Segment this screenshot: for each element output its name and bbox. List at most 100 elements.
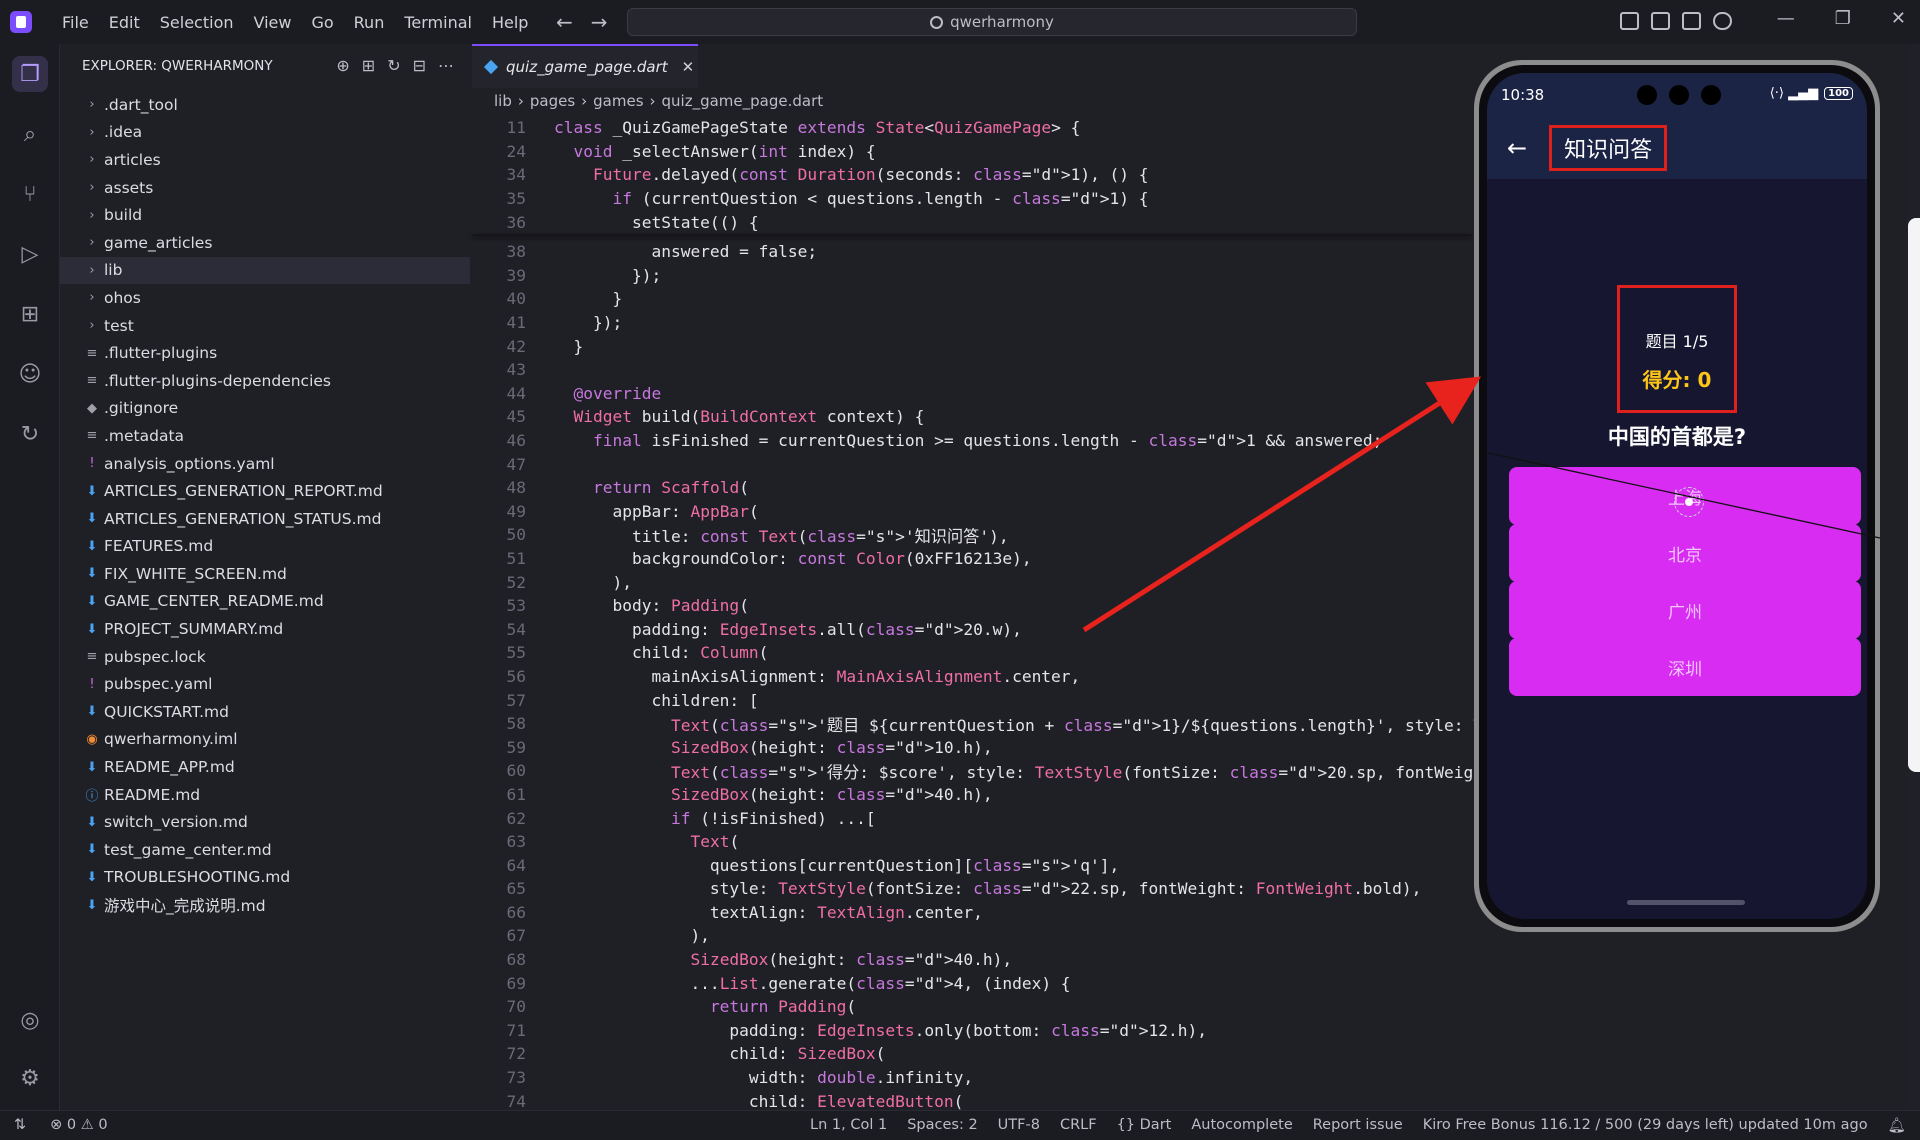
explorer-item[interactable]: ⓘ README.md — [60, 781, 470, 809]
more-actions-icon[interactable]: ⋯ — [438, 56, 454, 75]
explorer-item[interactable]: › assets — [60, 174, 470, 202]
code-line[interactable]: 72 child: SizedBox( — [472, 1042, 1472, 1066]
notifications-icon[interactable]: 🔔︎ — [1888, 1117, 1906, 1134]
explorer-item[interactable]: ! analysis_options.yaml — [60, 450, 470, 478]
explorer-item[interactable]: ⬇ GAME_CENTER_README.md — [60, 588, 470, 616]
toggle-chat-icon[interactable] — [1713, 12, 1732, 30]
code-line[interactable]: 68 SizedBox(height: class="d">40.h), — [472, 948, 1472, 972]
extensions-icon[interactable]: ⊞ — [12, 296, 48, 332]
explorer-item[interactable]: ⬇ ARTICLES_GENERATION_STATUS.md — [60, 505, 470, 533]
report-issue[interactable]: Report issue — [1313, 1117, 1403, 1134]
code-line[interactable]: 70 return Padding( — [472, 995, 1472, 1019]
explorer-item[interactable]: ⬇ FEATURES.md — [60, 533, 470, 561]
code-line[interactable]: 43 — [472, 358, 1472, 382]
code-line[interactable]: 63 Text( — [472, 830, 1472, 854]
refresh-icon[interactable]: ↻ — [387, 56, 400, 75]
explorer-item[interactable]: › .dart_tool — [60, 91, 470, 119]
breadcrumb-lib[interactable]: lib — [494, 92, 512, 110]
code-line[interactable]: 50 title: const Text(class="s">'知识问答'), — [472, 523, 1472, 547]
menu-go[interactable]: Go — [301, 13, 343, 32]
problems-count[interactable]: ⊗ 0 ⚠ 0 — [50, 1117, 107, 1133]
settings-icon[interactable]: ⚙ — [12, 1060, 48, 1096]
breadcrumb-games[interactable]: games — [593, 92, 643, 110]
forward-arrow-icon[interactable]: → — [591, 10, 608, 34]
code-line[interactable]: 34 Future.delayed(const Duration(seconds… — [472, 163, 1472, 187]
code-line[interactable]: 57 children: [ — [472, 688, 1472, 712]
explorer-item[interactable]: ≡ .flutter-plugins — [60, 339, 470, 367]
code-line[interactable]: 44 @override — [472, 382, 1472, 406]
kiro-icon[interactable]: ↻ — [12, 416, 48, 452]
code-line[interactable]: 46 final isFinished = currentQuestion >=… — [472, 429, 1472, 453]
explorer-item[interactable]: ⬇ README_APP.md — [60, 753, 470, 781]
code-line[interactable]: 56 mainAxisAlignment: MainAxisAlignment.… — [472, 665, 1472, 689]
explorer-item[interactable]: › game_articles — [60, 229, 470, 257]
code-line[interactable]: 60 Text(class="s">'得分: $score', style: T… — [472, 759, 1669, 783]
explorer-item[interactable]: ⬇ 游戏中心_完成说明.md — [60, 891, 470, 919]
option-button-4[interactable]: 深圳 — [1509, 638, 1861, 696]
files-icon[interactable]: ❐ — [12, 56, 48, 92]
code-line[interactable]: 61 SizedBox(height: class="d">40.h), — [472, 783, 1472, 807]
cursor-position[interactable]: Ln 1, Col 1 — [810, 1117, 887, 1134]
code-line[interactable]: 69 ...List.generate(class="d">4, (index)… — [472, 971, 1472, 995]
minimize-icon[interactable]: — — [1777, 8, 1795, 29]
menu-edit[interactable]: Edit — [99, 13, 150, 32]
code-line[interactable]: 64 questions[currentQuestion][class="s">… — [472, 853, 1472, 877]
code-line[interactable]: 41 }); — [472, 311, 1472, 335]
code-line[interactable]: 65 style: TextStyle(fontSize: class="d">… — [472, 877, 1472, 901]
explorer-item[interactable]: › build — [60, 201, 470, 229]
explorer-item[interactable]: › test — [60, 312, 470, 340]
close-window-icon[interactable]: ✕ — [1891, 8, 1906, 29]
line-ending[interactable]: CRLF — [1060, 1117, 1097, 1134]
explorer-item[interactable]: ! pubspec.yaml — [60, 670, 470, 698]
code-line[interactable]: 66 textAlign: TextAlign.center, — [472, 901, 1472, 925]
code-line[interactable]: 39 }); — [472, 264, 1472, 288]
code-line[interactable]: 71 padding: EdgeInsets.only(bottom: clas… — [472, 1019, 1472, 1043]
menu-terminal[interactable]: Terminal — [394, 13, 482, 32]
new-folder-icon[interactable]: ⊞ — [362, 56, 375, 75]
code-line[interactable]: 11 class _QuizGamePageState extends State… — [472, 116, 1472, 140]
autocomplete-status[interactable]: Autocomplete — [1191, 1117, 1292, 1134]
explorer-item[interactable]: ◉ qwerharmony.iml — [60, 726, 470, 754]
back-arrow-icon[interactable]: ← — [556, 10, 573, 34]
explorer-item[interactable]: ⬇ test_game_center.md — [60, 836, 470, 864]
option-button-3[interactable]: 广州 — [1509, 581, 1861, 639]
menu-file[interactable]: File — [52, 13, 99, 32]
code-line[interactable]: 54 padding: EdgeInsets.all(class="d">20.… — [472, 617, 1472, 641]
code-view[interactable]: 11 class _QuizGamePageState extends State… — [472, 116, 1776, 1113]
new-file-icon[interactable]: ⊕ — [336, 56, 349, 75]
code-line[interactable]: 40 } — [472, 287, 1472, 311]
explorer-item[interactable]: › ohos — [60, 284, 470, 312]
explorer-item[interactable]: ◆ .gitignore — [60, 395, 470, 423]
code-line[interactable]: 51 backgroundColor: const Color(0xFF1621… — [472, 547, 1472, 571]
code-line[interactable]: 52 ), — [472, 570, 1472, 594]
code-line[interactable]: 49 appBar: AppBar( — [472, 500, 1472, 524]
code-line[interactable]: 36 setState(() { — [472, 210, 1472, 234]
account-icon[interactable]: ◎ — [12, 1002, 48, 1038]
encoding[interactable]: UTF-8 — [998, 1117, 1040, 1134]
menu-help[interactable]: Help — [482, 13, 538, 32]
code-line[interactable]: 55 child: Column( — [472, 641, 1472, 665]
menu-view[interactable]: View — [244, 13, 302, 32]
explorer-item[interactable]: ≡ .metadata — [60, 422, 470, 450]
code-line[interactable]: 45 Widget build(BuildContext context) { — [472, 405, 1472, 429]
close-tab-icon[interactable]: ✕ — [682, 58, 695, 76]
back-icon[interactable]: ← — [1507, 134, 1527, 162]
explorer-item[interactable]: ⬇ PROJECT_SUMMARY.md — [60, 615, 470, 643]
restore-icon[interactable]: ❐ — [1835, 8, 1851, 29]
emulator-side-panel[interactable] — [1908, 218, 1920, 772]
explorer-item[interactable]: ≡ .flutter-plugins-dependencies — [60, 367, 470, 395]
code-line[interactable]: 42 } — [472, 334, 1472, 358]
breadcrumb-pages[interactable]: pages — [530, 92, 575, 110]
source-control-icon[interactable]: ⑂ — [12, 176, 48, 212]
code-line[interactable]: 38 answered = false; — [472, 240, 1472, 264]
menu-selection[interactable]: Selection — [150, 13, 244, 32]
chat-icon[interactable]: ☺ — [12, 356, 48, 392]
code-line[interactable]: 35 if (currentQuestion < questions.lengt… — [472, 187, 1472, 211]
code-line[interactable]: 47 — [472, 452, 1472, 476]
code-line[interactable]: 62 if (!isFinished) ...[ — [472, 806, 1472, 830]
toggle-sidebar-icon[interactable] — [1651, 12, 1670, 30]
explorer-item[interactable]: ⬇ ARTICLES_GENERATION_REPORT.md — [60, 477, 470, 505]
code-line[interactable]: 53 body: Padding( — [472, 594, 1472, 618]
explorer-item[interactable]: ⬇ QUICKSTART.md — [60, 698, 470, 726]
code-line[interactable]: 73 width: double.infinity, — [472, 1066, 1472, 1090]
